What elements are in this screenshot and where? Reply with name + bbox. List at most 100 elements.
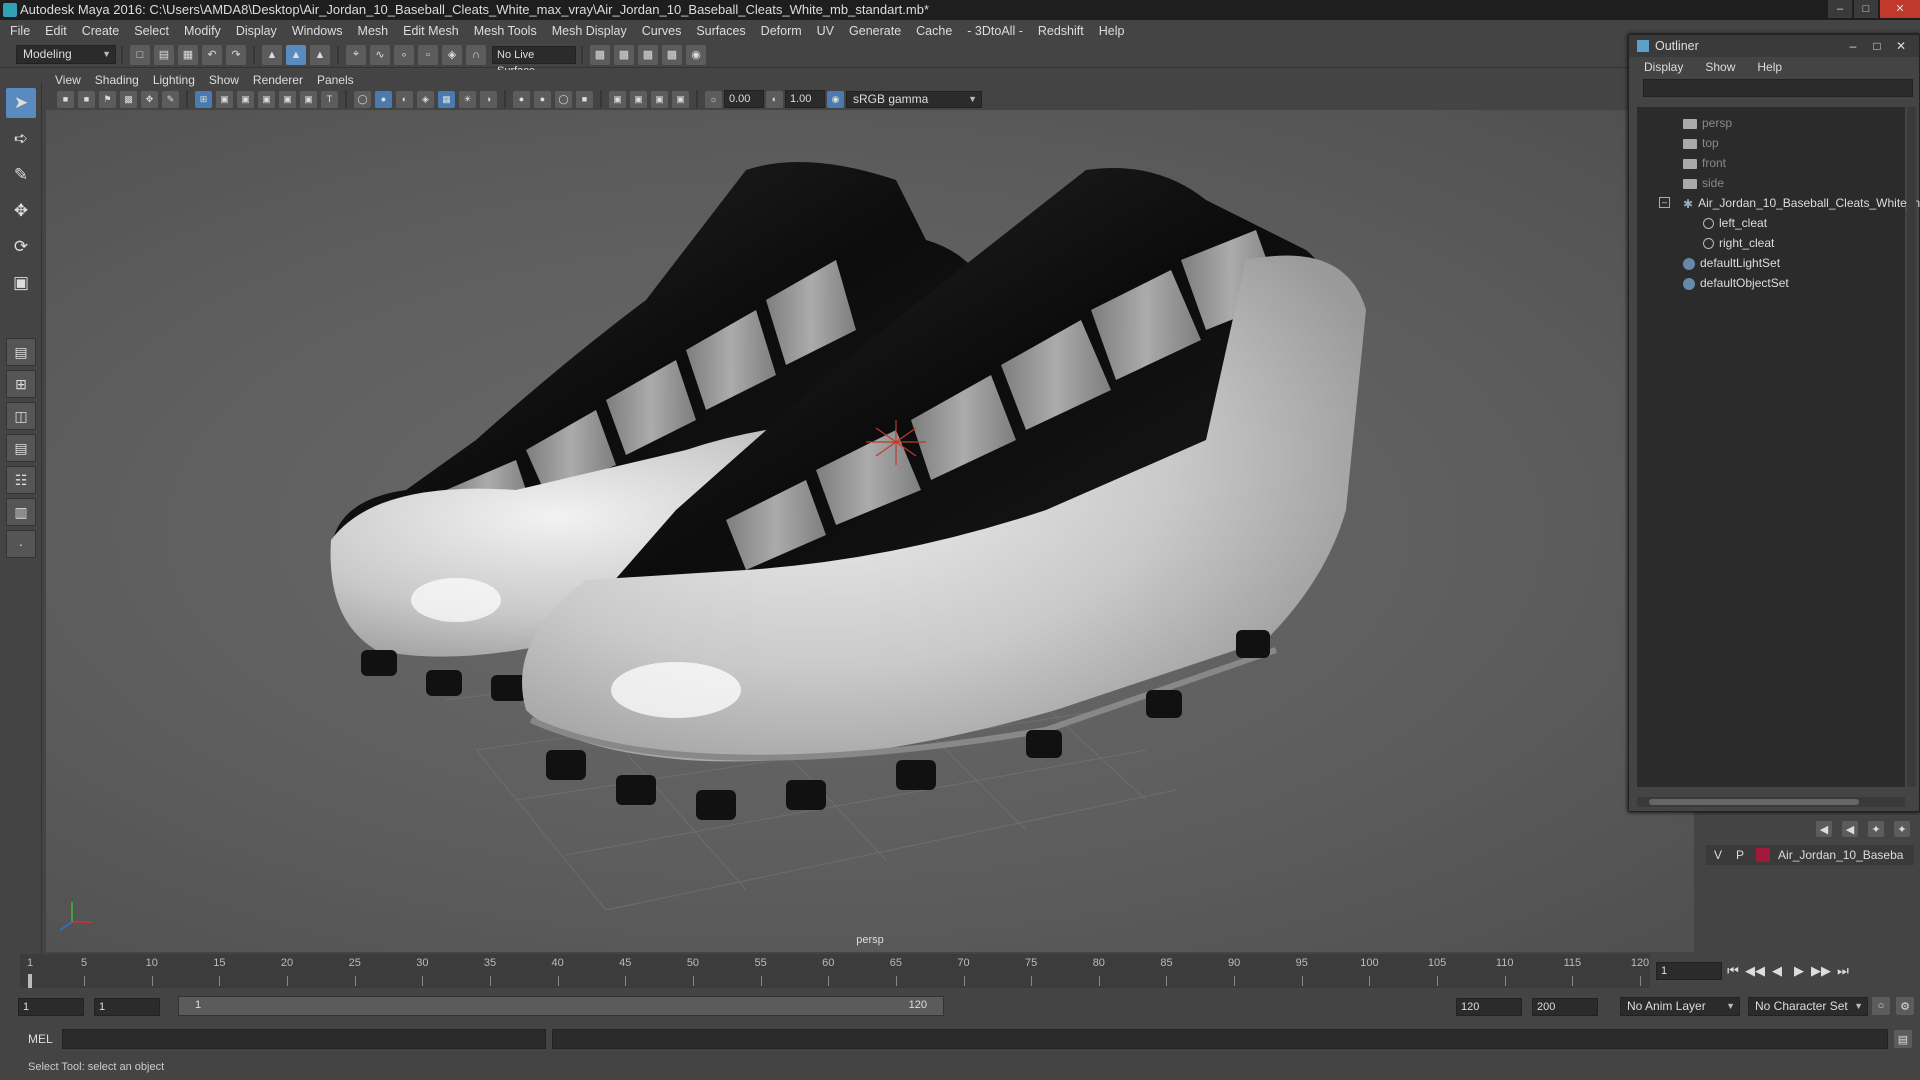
scroll-thumb[interactable] xyxy=(1649,799,1859,805)
outliner-menu-help[interactable]: Help xyxy=(1757,60,1782,74)
rotate-icon[interactable]: ⟳ xyxy=(6,232,36,262)
character-set-dropdown[interactable]: No Character Set ▼ xyxy=(1748,997,1868,1016)
animation-prefs-icon[interactable]: ⚙ xyxy=(1896,997,1914,1015)
outliner-horizontal-scrollbar[interactable] xyxy=(1637,797,1905,807)
move-icon[interactable]: ✥ xyxy=(6,196,36,226)
outliner-vertical-scrollbar[interactable] xyxy=(1907,107,1916,787)
two-view-layout-icon[interactable]: ◫ xyxy=(6,402,36,430)
layer-row[interactable]: V P Air_Jordan_10_Baseba xyxy=(1706,845,1914,865)
range-slider[interactable]: 1 120 xyxy=(178,996,944,1016)
resolution-gate-icon[interactable]: ▣ xyxy=(237,90,254,108)
single-view-layout-icon[interactable]: ▤ xyxy=(6,338,36,366)
gate-mask-icon[interactable]: ▣ xyxy=(258,90,275,108)
outliner-item-side[interactable]: side xyxy=(1637,173,1905,193)
outliner-item-default-object-set[interactable]: defaultObjectSet xyxy=(1637,273,1905,293)
color-space-dropdown[interactable]: sRGB gamma ▼ xyxy=(846,90,982,108)
menu-file[interactable]: File xyxy=(10,24,30,38)
menu-3dtoall[interactable]: - 3DtoAll - xyxy=(967,24,1023,38)
viewport[interactable]: persp xyxy=(46,110,1694,952)
menu-deform[interactable]: Deform xyxy=(761,24,802,38)
snap-view-icon[interactable]: ▫ xyxy=(418,44,438,65)
go-to-start-icon[interactable]: ⏮ xyxy=(1722,963,1744,979)
screen-space-ao-icon[interactable]: ● xyxy=(513,90,530,108)
outliner-item-top[interactable]: top xyxy=(1637,133,1905,153)
outliner-item-persp[interactable]: persp xyxy=(1637,113,1905,133)
xray-joints-icon[interactable]: ▣ xyxy=(651,90,668,108)
color-management-icon[interactable]: ◉ xyxy=(827,90,844,108)
shadows-icon[interactable]: ◑ xyxy=(480,90,497,108)
panel-menu-show[interactable]: Show xyxy=(209,73,239,87)
depth-of-field-icon[interactable]: ■ xyxy=(576,90,593,108)
camera-icon[interactable]: ■ xyxy=(57,90,74,108)
use-all-lights-icon[interactable]: ☀ xyxy=(459,90,476,108)
menu-redshift[interactable]: Redshift xyxy=(1038,24,1084,38)
motion-blur-icon[interactable]: ● xyxy=(534,90,551,108)
exposure-field[interactable]: 0.00 xyxy=(724,90,764,108)
collapse-icon[interactable]: – xyxy=(1659,197,1670,208)
new-layer-icon[interactable]: ✦ xyxy=(1868,821,1884,837)
panel-menu-view[interactable]: View xyxy=(55,73,81,87)
menu-display[interactable]: Display xyxy=(236,24,277,38)
menu-mesh-display[interactable]: Mesh Display xyxy=(552,24,627,38)
current-frame-field[interactable]: 1 xyxy=(1656,962,1722,980)
mode-dropdown[interactable]: Modeling ▼ xyxy=(16,45,116,64)
select-component-icon[interactable]: ▲ xyxy=(310,44,330,65)
gamma-field[interactable]: 1.00 xyxy=(785,90,825,108)
play-forward-icon[interactable]: ▶ xyxy=(1788,963,1810,979)
undo-icon[interactable]: ↶ xyxy=(202,44,222,65)
smooth-shade-icon[interactable]: ● xyxy=(375,90,392,108)
time-slider[interactable]: 1 5 10 15 20 25 30 35 40 45 50 55 60 65 70 75 80 85 90 95 10… xyxy=(20,954,1650,988)
outliner-titlebar[interactable]: Outliner – □ ✕ xyxy=(1629,35,1919,57)
menu-select[interactable]: Select xyxy=(134,24,169,38)
outliner-item-right-cleat[interactable]: right_cleat xyxy=(1637,233,1905,253)
outliner-item-front[interactable]: front xyxy=(1637,153,1905,173)
scale-icon[interactable]: ▣ xyxy=(6,268,36,298)
menu-mesh-tools[interactable]: Mesh Tools xyxy=(474,24,537,38)
wireframe-icon[interactable]: ◯ xyxy=(354,90,371,108)
lasso-icon[interactable]: ➪ xyxy=(6,124,36,154)
playback-start-field[interactable]: 1 xyxy=(94,998,160,1016)
script-editor-icon[interactable]: ▤ xyxy=(1894,1030,1912,1048)
new-scene-icon[interactable]: □ xyxy=(130,44,150,65)
new-layer-selected-icon[interactable]: ✦ xyxy=(1894,821,1910,837)
xray-icon[interactable]: ▣ xyxy=(630,90,647,108)
outliner-item-group[interactable]: – ✱ Air_Jordan_10_Baseball_Cleats_White_n xyxy=(1637,193,1920,213)
render-settings-icon[interactable]: ▩ xyxy=(590,44,610,65)
go-to-end-icon[interactable]: ⏭ xyxy=(1832,963,1854,979)
grease-pencil-icon[interactable]: ✎ xyxy=(162,90,179,108)
isolate-select-icon[interactable]: ▣ xyxy=(609,90,626,108)
ipr-render-icon[interactable]: ▩ xyxy=(638,44,658,65)
current-time-indicator[interactable] xyxy=(28,974,32,988)
extra-layout-icon[interactable]: · xyxy=(6,530,36,558)
menu-windows[interactable]: Windows xyxy=(292,24,343,38)
image-plane-icon[interactable]: ▩ xyxy=(120,90,137,108)
menu-generate[interactable]: Generate xyxy=(849,24,901,38)
xray-components-icon[interactable]: ▣ xyxy=(672,90,689,108)
open-scene-icon[interactable]: ▤ xyxy=(154,44,174,65)
move-layer-down-icon[interactable]: ◀ xyxy=(1842,821,1858,837)
panel-menu-renderer[interactable]: Renderer xyxy=(253,73,303,87)
step-back-icon[interactable]: ◀◀ xyxy=(1744,963,1766,979)
film-gate-icon[interactable]: ▣ xyxy=(216,90,233,108)
end-time-field[interactable]: 200 xyxy=(1532,998,1598,1016)
safe-action-icon[interactable]: ▣ xyxy=(300,90,317,108)
textured-icon[interactable]: ▦ xyxy=(438,90,455,108)
menu-modify[interactable]: Modify xyxy=(184,24,221,38)
menu-surfaces[interactable]: Surfaces xyxy=(696,24,745,38)
anti-aliasing-icon[interactable]: ◯ xyxy=(555,90,572,108)
panel-menu-lighting[interactable]: Lighting xyxy=(153,73,195,87)
minimize-button[interactable]: – xyxy=(1828,0,1852,18)
maximize-button[interactable]: □ xyxy=(1854,0,1878,18)
menu-cache[interactable]: Cache xyxy=(916,24,952,38)
exposure-icon[interactable]: ☼ xyxy=(705,90,722,108)
arrow-icon[interactable]: ➤ xyxy=(6,88,36,118)
live-surface-field[interactable]: No Live Surface xyxy=(492,45,576,77)
save-scene-icon[interactable]: ▦ xyxy=(178,44,198,65)
outliner-minimize-button[interactable]: – xyxy=(1841,35,1865,57)
2d-pan-icon[interactable]: ✥ xyxy=(141,90,158,108)
graph-layout-icon[interactable]: ☷ xyxy=(6,466,36,494)
panel-menu-panels[interactable]: Panels xyxy=(317,73,354,87)
select-object-icon[interactable]: ▲ xyxy=(286,44,306,65)
render-view-icon[interactable]: ▩ xyxy=(662,44,682,65)
outliner-item-left-cleat[interactable]: left_cleat xyxy=(1637,213,1905,233)
